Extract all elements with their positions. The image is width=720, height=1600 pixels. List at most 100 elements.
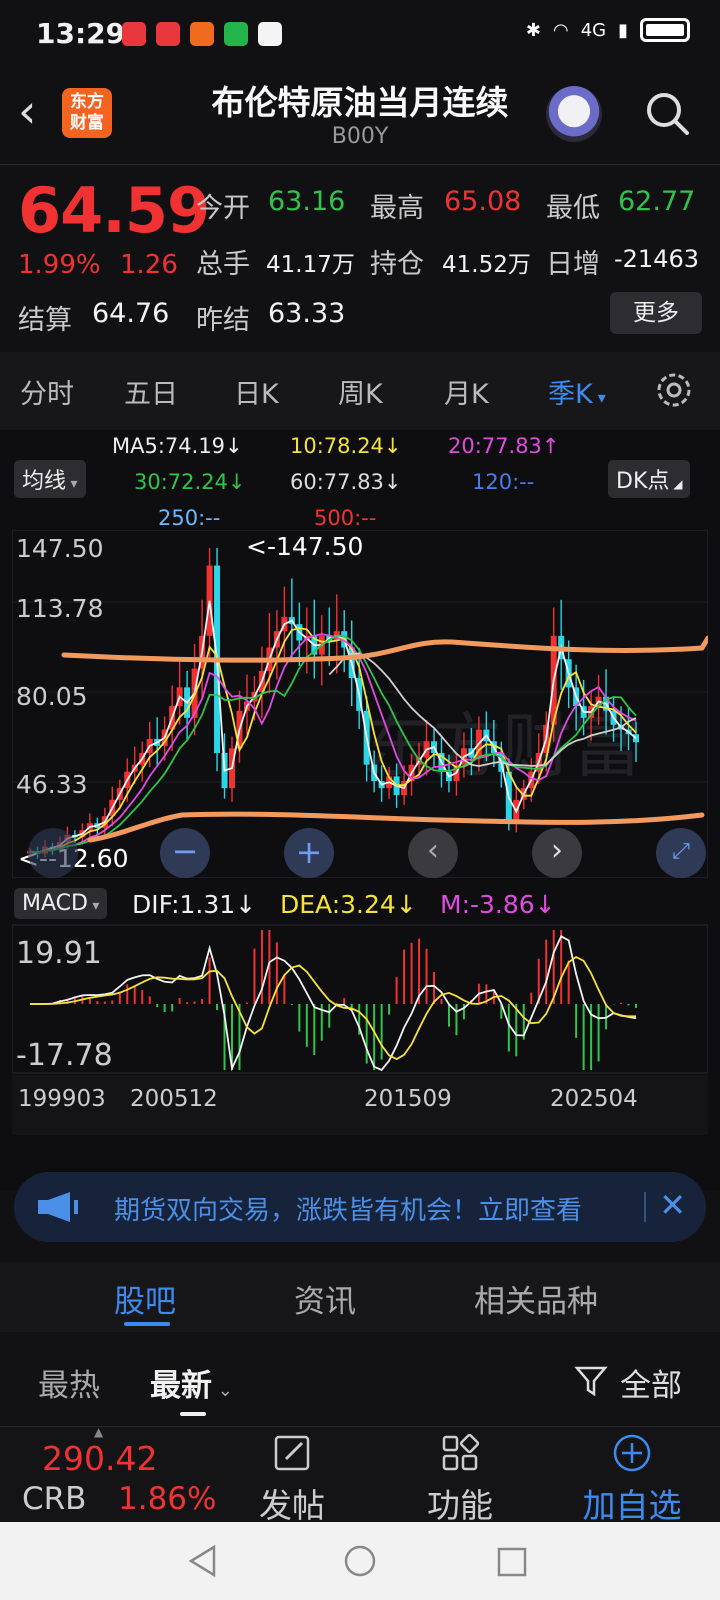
ma60-label: 60:77.83↓ <box>290 470 402 494</box>
tab-daily-k[interactable]: 日K <box>234 372 279 411</box>
app-notification-icon <box>258 22 282 46</box>
add-watchlist-label: 加自选 <box>582 1486 682 1525</box>
high-label: 最高 <box>370 193 424 224</box>
wechat-icon <box>224 22 248 46</box>
y-tick: 113.78 <box>16 594 104 623</box>
dea-label: DEA:3.24↓ <box>280 890 417 919</box>
filter-hot[interactable]: 最热 <box>38 1360 100 1405</box>
change-value: 1.26 <box>120 250 178 280</box>
ref-pct[interactable]: 1.86% <box>118 1481 216 1517</box>
post-button[interactable]: 发帖 <box>232 1427 352 1525</box>
prev-settle-label: 昨结 <box>196 305 250 336</box>
nav-back-icon[interactable] <box>186 1544 220 1578</box>
draw-tool-button[interactable] <box>28 828 78 878</box>
functions-button[interactable]: 功能 <box>400 1427 520 1525</box>
filter-all[interactable]: 全部 <box>620 1360 682 1405</box>
ma120-label: 120:-- <box>472 470 535 494</box>
change-pct: 1.99% <box>18 250 101 280</box>
last-price: 64.59 <box>18 174 210 247</box>
ma30-label: 30:72.24↓ <box>134 470 246 494</box>
scroll-left-button[interactable]: ‹ <box>408 828 458 878</box>
post-filter-row: 最热 最新 ⌄ 全部 <box>0 1334 720 1424</box>
megaphone-icon <box>38 1192 78 1222</box>
app-notification-icon <box>122 22 146 46</box>
macd-tick: -17.78 <box>16 1038 113 1073</box>
plus-circle-icon <box>613 1434 651 1472</box>
macd-tick: 19.91 <box>16 936 102 971</box>
instrument-code: B00Y <box>331 124 389 149</box>
page-title: 布伦特原油当月连续 <box>211 83 509 122</box>
filter-underline <box>180 1412 206 1416</box>
macd-selector[interactable]: MACD ▾ <box>14 888 108 919</box>
ma5-label: MA5:74.19↓ <box>112 434 243 458</box>
battery-icon <box>640 18 690 42</box>
post-label: 发帖 <box>259 1486 325 1525</box>
bluetooth-icon: ✱ <box>525 19 541 41</box>
active-tab-indicator <box>124 1322 170 1326</box>
tab-related[interactable]: 相关品种 <box>474 1276 598 1321</box>
tab-five-day[interactable]: 五日 <box>124 372 178 411</box>
position-label: 持仓 <box>370 249 424 280</box>
volume-label: 总手 <box>196 249 250 280</box>
close-icon[interactable]: ✕ <box>659 1186 686 1224</box>
tab-minute[interactable]: 分时 <box>20 372 74 411</box>
more-button[interactable]: 更多 <box>610 292 702 334</box>
m-label: M:-3.86↓ <box>440 890 556 919</box>
high-value: 65.08 <box>444 186 522 217</box>
status-time: 13:29 <box>36 17 126 50</box>
assistant-robot-icon[interactable] <box>546 86 602 142</box>
settle-label: 结算 <box>18 305 72 336</box>
filter-icon[interactable] <box>574 1364 608 1398</box>
tab-guba[interactable]: 股吧 <box>114 1276 176 1321</box>
zoom-out-button[interactable]: − <box>160 828 210 878</box>
tab-quarterly-k[interactable]: 季K ▾ <box>548 372 606 411</box>
period-tabs: 分时 五日 日K 周K 月K 季K ▾ <box>0 352 720 430</box>
tab-monthly-k[interactable]: 月K <box>444 372 489 411</box>
add-watchlist-button[interactable]: 加自选 <box>572 1427 692 1525</box>
drawn-resistance-line <box>61 635 708 663</box>
max-price-marker: <-147.50 <box>246 532 364 561</box>
tab-weekly-k[interactable]: 周K <box>338 372 383 411</box>
gear-icon[interactable] <box>652 368 696 412</box>
daily-inc-label: 日增 <box>546 249 600 280</box>
low-label: 最低 <box>546 193 600 224</box>
bottom-toolbar: ▲ 290.42 CRB 1.86% 发帖 功能 加自选 <box>0 1425 720 1525</box>
ma500-label: 500:-- <box>314 506 377 530</box>
x-tick: 199903 <box>18 1086 106 1112</box>
kline-chart-area[interactable]: MA5:74.19↓ 10:78.24↓ 20:77.83↑ 均线 ▾ 30:7… <box>0 430 720 1190</box>
expand-caret-icon[interactable]: ▲ <box>94 1425 103 1439</box>
ma-selector[interactable]: 均线 ▾ <box>14 460 86 498</box>
functions-label: 功能 <box>427 1486 493 1525</box>
nav-recents-icon[interactable] <box>496 1546 528 1578</box>
dk-point-button[interactable]: DK点 ◢ <box>608 460 691 498</box>
open-value: 63.16 <box>268 186 346 217</box>
fullscreen-icon[interactable]: ⤢ <box>656 828 706 878</box>
banner-divider <box>644 1192 646 1222</box>
scroll-right-button[interactable]: › <box>532 828 582 878</box>
ref-price[interactable]: 290.42 <box>42 1439 157 1478</box>
filter-latest[interactable]: 最新 ⌄ <box>150 1360 233 1405</box>
section-tabs: 股吧 资讯 相关品种 <box>0 1262 720 1332</box>
tab-news[interactable]: 资讯 <box>294 1276 356 1321</box>
signal-icon: ▮ <box>618 19 628 41</box>
y-tick: 80.05 <box>16 682 88 711</box>
zoom-in-button[interactable]: + <box>284 828 334 878</box>
ma20-label: 20:77.83↑ <box>448 434 560 458</box>
daily-inc-value: -21463 <box>614 245 700 273</box>
x-tick: 202504 <box>550 1086 638 1112</box>
open-label: 今开 <box>196 193 250 224</box>
nav-home-icon[interactable] <box>343 1544 377 1578</box>
notification-icons <box>122 22 282 46</box>
x-tick: 200512 <box>130 1086 218 1112</box>
y-tick: 147.50 <box>16 534 104 563</box>
status-bar: 13:29 ✱ ◠ 4G ▮ <box>0 0 720 70</box>
divider <box>0 164 720 165</box>
position-value: 41.52万 <box>442 252 531 278</box>
ref-name[interactable]: CRB <box>22 1481 86 1517</box>
app-notification-icon <box>156 22 180 46</box>
search-icon[interactable] <box>644 90 690 136</box>
promo-banner[interactable]: 期货双向交易，涨跌皆有机会！立即查看 ✕ <box>14 1172 706 1242</box>
banner-text: 期货双向交易，涨跌皆有机会！立即查看 <box>114 1196 583 1226</box>
edit-icon <box>274 1435 310 1471</box>
prev-settle-value: 63.33 <box>268 298 346 329</box>
